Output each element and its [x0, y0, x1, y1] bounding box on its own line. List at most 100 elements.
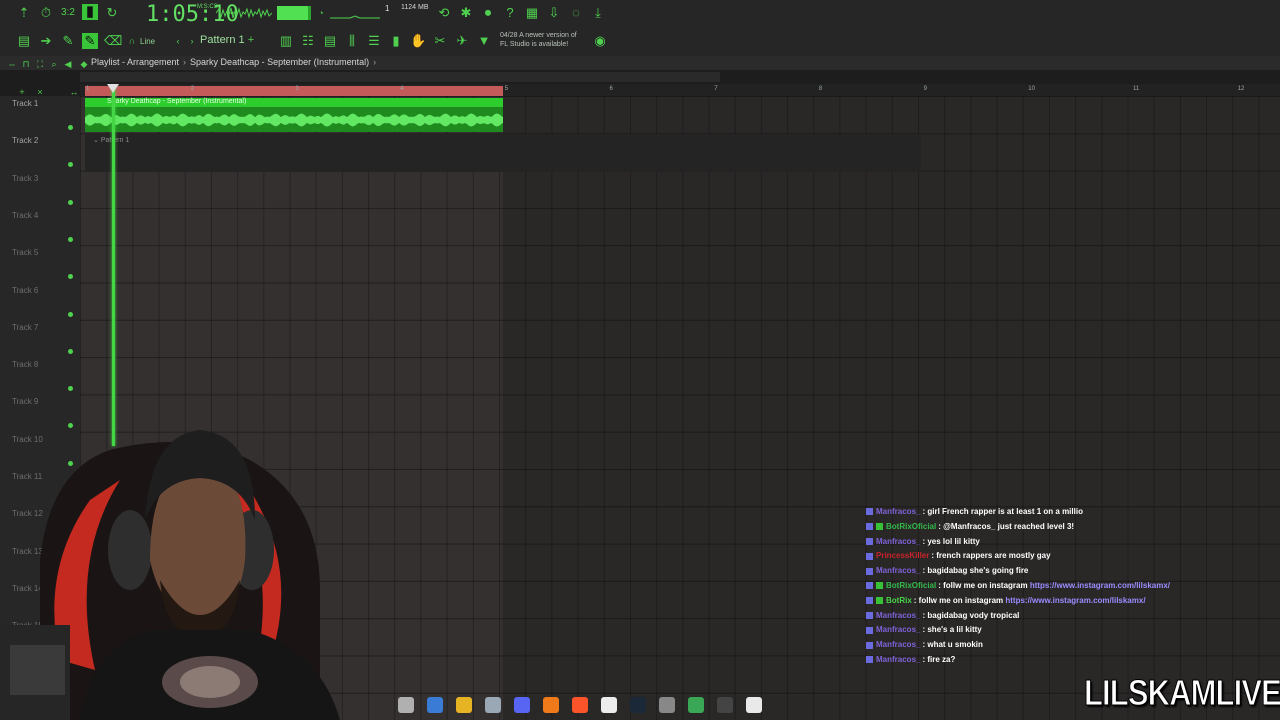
channel-rack-icon[interactable]: ⇩ — [546, 5, 562, 21]
capcut-icon[interactable] — [746, 697, 762, 713]
track-label[interactable]: Track 3 — [12, 174, 38, 183]
chat-message: Manfracos_: bagidabag vody tropical — [866, 609, 1266, 624]
chat-badge-icon — [876, 597, 883, 605]
chat-username[interactable]: Manfracos_ — [876, 507, 920, 516]
steam-icon[interactable] — [630, 697, 646, 713]
next-pattern-icon[interactable]: › — [184, 33, 200, 49]
track-mute-led[interactable] — [68, 348, 73, 354]
track-mute-led[interactable] — [68, 236, 73, 242]
touch-icon[interactable]: ✋ — [410, 33, 426, 49]
piano-icon[interactable]: ☷ — [300, 33, 316, 49]
breadcrumb-root[interactable]: Playlist - Arrangement — [91, 57, 179, 67]
browser-icon[interactable]: ☰ — [366, 33, 382, 49]
track-label[interactable]: Track 6 — [12, 286, 38, 295]
track-label[interactable]: Track 5 — [12, 248, 38, 257]
chat-username[interactable]: Manfracos_ — [876, 611, 920, 620]
piano-roll-icon[interactable]: ✱ — [458, 5, 474, 21]
track-mute-led[interactable] — [68, 125, 73, 130]
browser-icon[interactable] — [427, 697, 443, 713]
stream-chat: Manfracos_: girl French rapper is at lea… — [866, 505, 1266, 668]
news-panel[interactable]: 04/28 A newer version of FL Studio is av… — [500, 31, 577, 49]
main-toolbar: ⇡ ⏱ 3:2 ▮ ↻ 1:05:10 M:S:CS ◔ 1 1124 MB ⟲… — [0, 0, 1280, 56]
maps-icon[interactable] — [688, 697, 704, 713]
back-icon[interactable]: ◆ — [76, 56, 92, 72]
track-label[interactable]: Track 7 — [12, 323, 38, 332]
chat-username[interactable]: Manfracos_ — [876, 537, 920, 546]
draw-icon[interactable]: ✎ — [82, 33, 98, 49]
chat-badge-icon — [866, 537, 873, 545]
export-icon[interactable]: ⤓ — [590, 5, 606, 21]
channel-watermark: LILSKAMLIVE — [1084, 672, 1280, 714]
chat-icon[interactable]: ◌ — [568, 5, 584, 21]
audio-clip[interactable]: Sparky Deathcap - September (Instrumenta… — [85, 98, 503, 132]
app-icon[interactable] — [659, 697, 675, 713]
channel-icon[interactable]: ▤ — [322, 33, 338, 49]
loop-icon[interactable]: ⟲ — [436, 5, 452, 21]
countdown-icon[interactable]: 3:2 — [60, 5, 76, 21]
chat-username[interactable]: Manfracos_ — [876, 625, 920, 634]
snap-value[interactable]: Line — [140, 37, 155, 46]
loop-region[interactable] — [85, 86, 503, 96]
help-icon[interactable]: ? — [502, 5, 518, 21]
chat-message: Manfracos_: fire za? — [866, 653, 1266, 668]
chat-username[interactable]: BotRixOficial — [886, 522, 936, 531]
metronome-icon[interactable]: ⏱ — [38, 5, 54, 21]
ableton-icon[interactable] — [717, 697, 733, 713]
chat-link[interactable]: https://www.instagram.com/lilskamx/ — [1005, 596, 1145, 605]
edison-icon[interactable]: ✂ — [432, 33, 448, 49]
track-label[interactable]: Track 4 — [12, 211, 38, 220]
files-icon[interactable] — [456, 697, 472, 713]
fl-studio-icon[interactable] — [543, 697, 559, 713]
playhead[interactable] — [112, 86, 115, 446]
playhead-marker-icon[interactable] — [107, 84, 119, 94]
audio-waveform — [85, 113, 503, 127]
delete-icon[interactable]: ⌫ — [104, 33, 122, 49]
playlist-view-icon[interactable]: ▤ — [16, 33, 32, 49]
pattern-clip[interactable]: ⌄ Pattern 1 — [85, 134, 921, 172]
track-mute-led[interactable] — [68, 311, 73, 317]
track-label[interactable]: Track 8 — [12, 360, 38, 369]
breadcrumb-item[interactable]: Sparky Deathcap - September (Instrumenta… — [190, 57, 369, 67]
pattern-selector[interactable]: Pattern 1 + — [200, 32, 272, 48]
bar-number: 8 — [818, 86, 823, 92]
wait-icon[interactable]: ↻ — [104, 5, 120, 21]
chrome-icon[interactable] — [601, 697, 617, 713]
magnet-icon[interactable]: ∩ — [124, 33, 140, 49]
speaker-icon[interactable]: ◀ — [60, 56, 76, 72]
track-label[interactable]: Track 1 — [12, 99, 38, 108]
mixer-icon[interactable]: ⏺ — [480, 5, 496, 21]
online-icon[interactable]: ◉ — [592, 33, 608, 49]
mixer-bars-icon[interactable]: ⫼ — [344, 33, 360, 49]
chat-username[interactable]: Manfracos_ — [876, 655, 920, 664]
playlist-icon[interactable]: ▥ — [278, 33, 294, 49]
track-label[interactable]: Track 9 — [12, 397, 38, 406]
chat-username[interactable]: BotRix — [886, 596, 912, 605]
discord-icon[interactable] — [514, 697, 530, 713]
chat-username[interactable]: PrincessKiller — [876, 551, 929, 560]
store-icon[interactable] — [485, 697, 501, 713]
track-label[interactable]: Track 2 — [12, 136, 38, 145]
chat-text: : she's a lil kitty — [922, 625, 982, 635]
chat-username[interactable]: BotRixOficial — [886, 581, 936, 590]
cart-icon[interactable]: ▼ — [476, 33, 492, 49]
track-mute-led[interactable] — [68, 199, 73, 205]
brush-icon[interactable]: ✎ — [60, 33, 76, 49]
add-pattern-icon[interactable]: + — [248, 34, 254, 46]
plugin-icon[interactable]: ▦ — [524, 5, 540, 21]
time-format-label: M:S:CS — [197, 4, 218, 10]
chat-link[interactable]: https://www.instagram.com/lilskamx/ — [1030, 581, 1170, 590]
record-icon[interactable]: ▮ — [82, 4, 98, 20]
chat-username[interactable]: Manfracos_ — [876, 566, 920, 575]
script-icon[interactable]: ✈ — [454, 33, 470, 49]
chat-badge-icon — [866, 656, 873, 664]
chat-message: Manfracos_: yes lol lil kitty — [866, 535, 1266, 550]
plugin-db-icon[interactable]: ▮ — [388, 33, 404, 49]
master-volume-knob[interactable]: ◔ — [313, 5, 329, 21]
cpu-graph-icon — [330, 15, 380, 19]
tempo-icon[interactable]: ⇡ — [16, 5, 32, 21]
brave-icon[interactable] — [572, 697, 588, 713]
horizontal-scrollbar[interactable] — [80, 72, 720, 82]
folder-icon[interactable] — [398, 697, 414, 713]
chat-username[interactable]: Manfracos_ — [876, 640, 920, 649]
play-icon[interactable]: ➔ — [38, 33, 54, 49]
